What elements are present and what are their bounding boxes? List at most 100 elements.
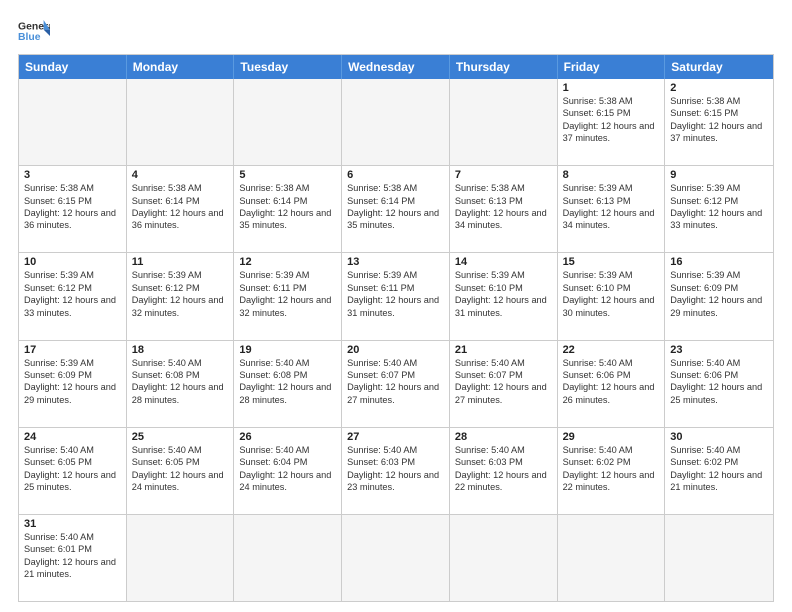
- day-info: Sunrise: 5:38 AM Sunset: 6:14 PM Dayligh…: [239, 182, 336, 232]
- day-info: Sunrise: 5:40 AM Sunset: 6:08 PM Dayligh…: [132, 357, 229, 407]
- day-info: Sunrise: 5:38 AM Sunset: 6:15 PM Dayligh…: [670, 95, 768, 145]
- day-number: 28: [455, 431, 552, 443]
- day-cell-20: 20Sunrise: 5:40 AM Sunset: 6:07 PM Dayli…: [342, 341, 450, 427]
- day-number: 6: [347, 169, 444, 181]
- day-info: Sunrise: 5:40 AM Sunset: 6:06 PM Dayligh…: [670, 357, 768, 407]
- day-cell-19: 19Sunrise: 5:40 AM Sunset: 6:08 PM Dayli…: [234, 341, 342, 427]
- day-info: Sunrise: 5:39 AM Sunset: 6:12 PM Dayligh…: [24, 269, 121, 319]
- empty-cell: [127, 515, 235, 601]
- day-info: Sunrise: 5:40 AM Sunset: 6:05 PM Dayligh…: [132, 444, 229, 494]
- day-info: Sunrise: 5:40 AM Sunset: 6:03 PM Dayligh…: [347, 444, 444, 494]
- day-number: 9: [670, 169, 768, 181]
- day-info: Sunrise: 5:40 AM Sunset: 6:02 PM Dayligh…: [563, 444, 660, 494]
- day-cell-21: 21Sunrise: 5:40 AM Sunset: 6:07 PM Dayli…: [450, 341, 558, 427]
- day-cell-14: 14Sunrise: 5:39 AM Sunset: 6:10 PM Dayli…: [450, 253, 558, 339]
- day-number: 13: [347, 256, 444, 268]
- day-number: 7: [455, 169, 552, 181]
- svg-text:Blue: Blue: [18, 32, 41, 43]
- day-info: Sunrise: 5:40 AM Sunset: 6:01 PM Dayligh…: [24, 531, 121, 581]
- day-number: 2: [670, 82, 768, 94]
- day-cell-13: 13Sunrise: 5:39 AM Sunset: 6:11 PM Dayli…: [342, 253, 450, 339]
- day-cell-10: 10Sunrise: 5:39 AM Sunset: 6:12 PM Dayli…: [19, 253, 127, 339]
- day-number: 29: [563, 431, 660, 443]
- day-cell-26: 26Sunrise: 5:40 AM Sunset: 6:04 PM Dayli…: [234, 428, 342, 514]
- day-number: 11: [132, 256, 229, 268]
- header-day-saturday: Saturday: [665, 55, 773, 79]
- day-number: 14: [455, 256, 552, 268]
- header-day-friday: Friday: [558, 55, 666, 79]
- day-info: Sunrise: 5:40 AM Sunset: 6:04 PM Dayligh…: [239, 444, 336, 494]
- day-info: Sunrise: 5:40 AM Sunset: 6:07 PM Dayligh…: [347, 357, 444, 407]
- day-cell-3: 3Sunrise: 5:38 AM Sunset: 6:15 PM Daylig…: [19, 166, 127, 252]
- day-number: 31: [24, 518, 121, 530]
- empty-cell: [450, 79, 558, 165]
- day-number: 30: [670, 431, 768, 443]
- day-info: Sunrise: 5:39 AM Sunset: 6:10 PM Dayligh…: [563, 269, 660, 319]
- day-cell-27: 27Sunrise: 5:40 AM Sunset: 6:03 PM Dayli…: [342, 428, 450, 514]
- day-number: 23: [670, 344, 768, 356]
- calendar-header: SundayMondayTuesdayWednesdayThursdayFrid…: [19, 55, 773, 79]
- day-number: 5: [239, 169, 336, 181]
- header-day-thursday: Thursday: [450, 55, 558, 79]
- day-number: 22: [563, 344, 660, 356]
- day-cell-25: 25Sunrise: 5:40 AM Sunset: 6:05 PM Dayli…: [127, 428, 235, 514]
- day-number: 17: [24, 344, 121, 356]
- day-info: Sunrise: 5:38 AM Sunset: 6:15 PM Dayligh…: [563, 95, 660, 145]
- day-info: Sunrise: 5:39 AM Sunset: 6:10 PM Dayligh…: [455, 269, 552, 319]
- day-cell-15: 15Sunrise: 5:39 AM Sunset: 6:10 PM Dayli…: [558, 253, 666, 339]
- day-cell-22: 22Sunrise: 5:40 AM Sunset: 6:06 PM Dayli…: [558, 341, 666, 427]
- calendar: SundayMondayTuesdayWednesdayThursdayFrid…: [18, 54, 774, 602]
- day-number: 1: [563, 82, 660, 94]
- day-cell-28: 28Sunrise: 5:40 AM Sunset: 6:03 PM Dayli…: [450, 428, 558, 514]
- day-cell-5: 5Sunrise: 5:38 AM Sunset: 6:14 PM Daylig…: [234, 166, 342, 252]
- empty-cell: [19, 79, 127, 165]
- logo: General Blue: [18, 18, 50, 46]
- day-cell-11: 11Sunrise: 5:39 AM Sunset: 6:12 PM Dayli…: [127, 253, 235, 339]
- day-info: Sunrise: 5:38 AM Sunset: 6:13 PM Dayligh…: [455, 182, 552, 232]
- day-info: Sunrise: 5:40 AM Sunset: 6:02 PM Dayligh…: [670, 444, 768, 494]
- day-number: 10: [24, 256, 121, 268]
- header-day-monday: Monday: [127, 55, 235, 79]
- empty-cell: [558, 515, 666, 601]
- day-info: Sunrise: 5:39 AM Sunset: 6:12 PM Dayligh…: [132, 269, 229, 319]
- day-cell-6: 6Sunrise: 5:38 AM Sunset: 6:14 PM Daylig…: [342, 166, 450, 252]
- day-info: Sunrise: 5:40 AM Sunset: 6:06 PM Dayligh…: [563, 357, 660, 407]
- calendar-row-5: 31Sunrise: 5:40 AM Sunset: 6:01 PM Dayli…: [19, 514, 773, 601]
- day-cell-12: 12Sunrise: 5:39 AM Sunset: 6:11 PM Dayli…: [234, 253, 342, 339]
- calendar-row-1: 3Sunrise: 5:38 AM Sunset: 6:15 PM Daylig…: [19, 165, 773, 252]
- day-info: Sunrise: 5:38 AM Sunset: 6:15 PM Dayligh…: [24, 182, 121, 232]
- day-info: Sunrise: 5:40 AM Sunset: 6:05 PM Dayligh…: [24, 444, 121, 494]
- day-info: Sunrise: 5:39 AM Sunset: 6:09 PM Dayligh…: [24, 357, 121, 407]
- day-number: 20: [347, 344, 444, 356]
- empty-cell: [234, 515, 342, 601]
- day-cell-29: 29Sunrise: 5:40 AM Sunset: 6:02 PM Dayli…: [558, 428, 666, 514]
- empty-cell: [234, 79, 342, 165]
- day-cell-1: 1Sunrise: 5:38 AM Sunset: 6:15 PM Daylig…: [558, 79, 666, 165]
- day-number: 24: [24, 431, 121, 443]
- empty-cell: [342, 515, 450, 601]
- day-info: Sunrise: 5:39 AM Sunset: 6:13 PM Dayligh…: [563, 182, 660, 232]
- day-number: 21: [455, 344, 552, 356]
- day-info: Sunrise: 5:39 AM Sunset: 6:09 PM Dayligh…: [670, 269, 768, 319]
- day-number: 3: [24, 169, 121, 181]
- day-number: 15: [563, 256, 660, 268]
- day-cell-18: 18Sunrise: 5:40 AM Sunset: 6:08 PM Dayli…: [127, 341, 235, 427]
- day-cell-7: 7Sunrise: 5:38 AM Sunset: 6:13 PM Daylig…: [450, 166, 558, 252]
- empty-cell: [342, 79, 450, 165]
- day-number: 19: [239, 344, 336, 356]
- day-cell-16: 16Sunrise: 5:39 AM Sunset: 6:09 PM Dayli…: [665, 253, 773, 339]
- day-cell-8: 8Sunrise: 5:39 AM Sunset: 6:13 PM Daylig…: [558, 166, 666, 252]
- day-number: 25: [132, 431, 229, 443]
- day-cell-9: 9Sunrise: 5:39 AM Sunset: 6:12 PM Daylig…: [665, 166, 773, 252]
- header-day-wednesday: Wednesday: [342, 55, 450, 79]
- day-cell-30: 30Sunrise: 5:40 AM Sunset: 6:02 PM Dayli…: [665, 428, 773, 514]
- day-number: 27: [347, 431, 444, 443]
- day-cell-24: 24Sunrise: 5:40 AM Sunset: 6:05 PM Dayli…: [19, 428, 127, 514]
- day-cell-31: 31Sunrise: 5:40 AM Sunset: 6:01 PM Dayli…: [19, 515, 127, 601]
- day-info: Sunrise: 5:40 AM Sunset: 6:07 PM Dayligh…: [455, 357, 552, 407]
- day-cell-2: 2Sunrise: 5:38 AM Sunset: 6:15 PM Daylig…: [665, 79, 773, 165]
- day-number: 16: [670, 256, 768, 268]
- day-info: Sunrise: 5:40 AM Sunset: 6:08 PM Dayligh…: [239, 357, 336, 407]
- day-info: Sunrise: 5:39 AM Sunset: 6:12 PM Dayligh…: [670, 182, 768, 232]
- header-day-tuesday: Tuesday: [234, 55, 342, 79]
